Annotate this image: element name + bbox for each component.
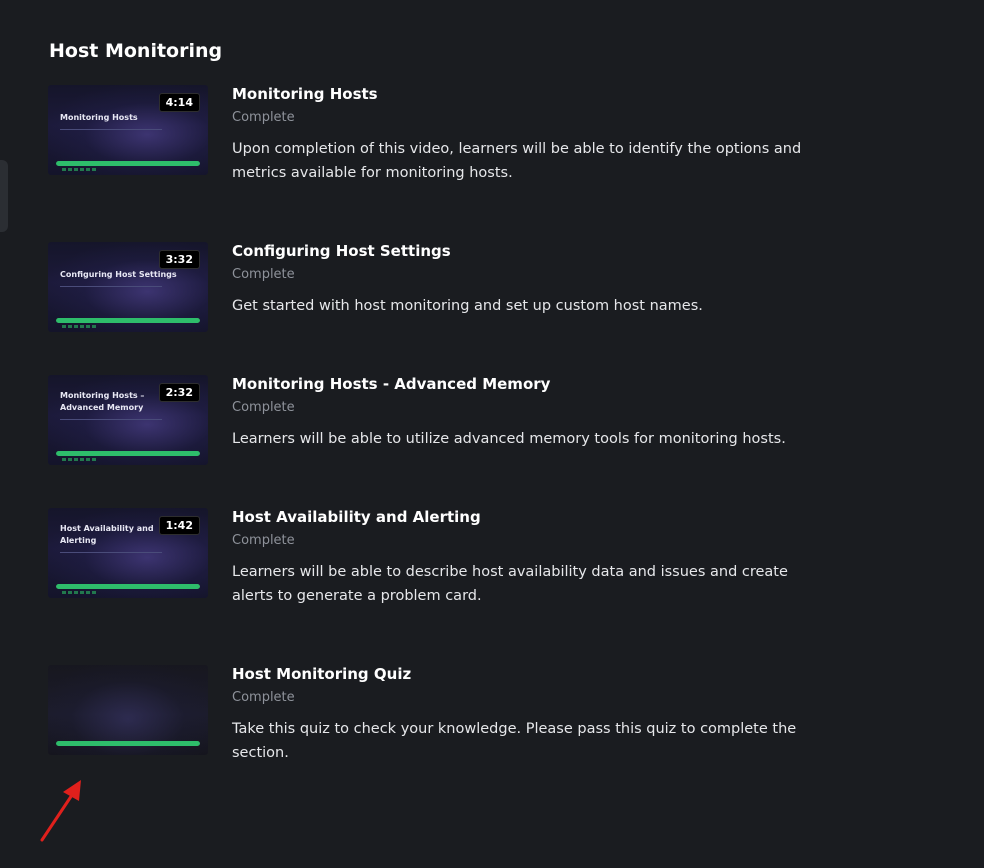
thumbnail-rule <box>60 552 162 553</box>
section-title: Host Monitoring <box>49 40 223 62</box>
lesson-item-advanced-memory[interactable]: Monitoring Hosts – Advanced Memory 2:32 … <box>48 375 868 470</box>
progress-fill <box>56 161 200 166</box>
progress-fill <box>56 741 200 746</box>
quiz-thumbnail[interactable] <box>48 665 208 755</box>
duration-badge: 1:42 <box>158 516 200 535</box>
arrow-shaft <box>40 790 76 842</box>
video-thumbnail[interactable]: Monitoring Hosts 4:14 <box>48 85 208 175</box>
progress-bar <box>56 741 200 746</box>
lesson-title[interactable]: Host Monitoring Quiz <box>232 665 411 683</box>
thumbnail-dots <box>62 325 98 328</box>
progress-bar <box>56 318 200 323</box>
progress-bar <box>56 451 200 456</box>
lesson-item-configuring-host-settings[interactable]: Configuring Host Settings 3:32 Configuri… <box>48 242 868 337</box>
thumbnail-title: Host Availability and Alerting <box>60 524 154 545</box>
lesson-title[interactable]: Host Availability and Alerting <box>232 508 481 526</box>
duration-badge: 4:14 <box>158 93 200 112</box>
lesson-description: Get started with host monitoring and set… <box>232 298 703 314</box>
lesson-description: Learners will be able to utilize advance… <box>232 431 786 447</box>
thumbnail-dots <box>62 591 98 594</box>
lesson-title[interactable]: Monitoring Hosts <box>232 85 378 103</box>
progress-fill <box>56 584 200 589</box>
thumbnail-rule <box>60 286 162 287</box>
status-label: Complete <box>232 690 295 705</box>
lesson-title[interactable]: Configuring Host Settings <box>232 242 451 260</box>
lesson-item-quiz[interactable]: Host Monitoring Quiz Complete Take this … <box>48 665 868 761</box>
arrow-head <box>63 780 81 801</box>
thumbnail-rule <box>60 129 162 130</box>
video-thumbnail[interactable]: Configuring Host Settings 3:32 <box>48 242 208 332</box>
lesson-item-host-availability[interactable]: Host Availability and Alerting 1:42 Host… <box>48 508 868 618</box>
scroll-handle[interactable] <box>0 160 8 232</box>
thumbnail-dots <box>62 168 98 171</box>
video-thumbnail[interactable]: Monitoring Hosts – Advanced Memory 2:32 <box>48 375 208 465</box>
video-thumbnail[interactable]: Host Availability and Alerting 1:42 <box>48 508 208 598</box>
status-label: Complete <box>232 533 295 548</box>
lesson-description: Upon completion of this video, learners … <box>232 141 802 181</box>
lesson-item-monitoring-hosts[interactable]: Monitoring Hosts 4:14 Monitoring Hosts C… <box>48 85 868 195</box>
thumbnail-dots <box>62 458 98 461</box>
lesson-description: Take this quiz to check your knowledge. … <box>232 721 797 761</box>
thumbnail-title: Configuring Host Settings <box>60 270 177 279</box>
status-label: Complete <box>232 267 295 282</box>
lesson-title[interactable]: Monitoring Hosts - Advanced Memory <box>232 375 550 393</box>
thumbnail-rule <box>60 419 162 420</box>
progress-fill <box>56 451 200 456</box>
thumbnail-title: Monitoring Hosts – Advanced Memory <box>60 391 145 412</box>
status-label: Complete <box>232 110 295 125</box>
annotation-arrow-icon <box>40 780 81 842</box>
duration-badge: 2:32 <box>158 383 200 402</box>
thumbnail-title: Monitoring Hosts <box>60 113 138 122</box>
status-label: Complete <box>232 400 295 415</box>
lesson-description: Learners will be able to describe host a… <box>232 564 788 604</box>
duration-badge: 3:32 <box>158 250 200 269</box>
progress-bar <box>56 584 200 589</box>
progress-bar <box>56 161 200 166</box>
progress-fill <box>56 318 200 323</box>
